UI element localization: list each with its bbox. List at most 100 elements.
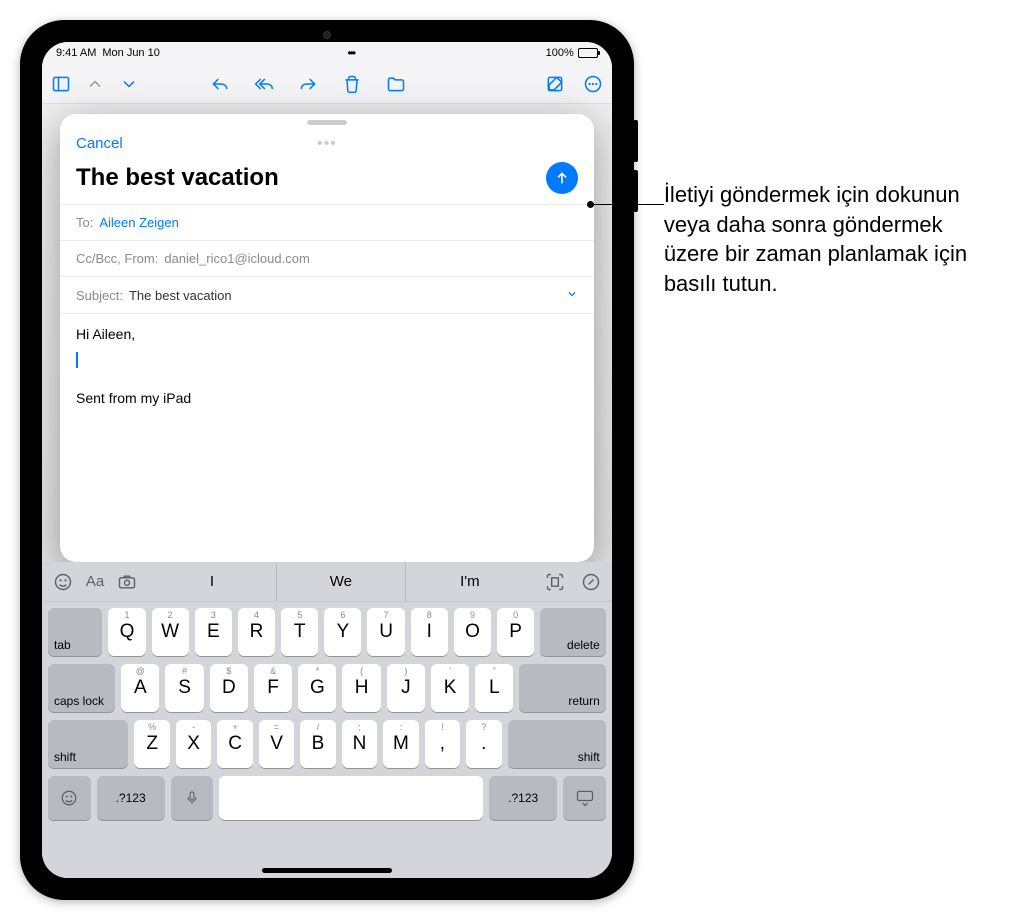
front-camera <box>323 31 331 39</box>
key-return[interactable]: return <box>519 664 605 712</box>
compose-icon[interactable] <box>544 73 566 95</box>
subject-expand-icon[interactable] <box>566 287 578 303</box>
key-emoji[interactable] <box>48 776 91 820</box>
key-c[interactable]: +C <box>217 720 252 768</box>
keyboard-row-1: tab 1Q2W3E4R5T6Y7U8I9O0P delete <box>48 608 606 656</box>
subject-value: The best vacation <box>129 288 232 303</box>
folder-move-icon[interactable] <box>385 73 407 95</box>
home-indicator[interactable] <box>262 868 392 873</box>
key-y[interactable]: 6Y <box>324 608 361 656</box>
body-greeting: Hi Aileen, <box>76 326 578 342</box>
key-f[interactable]: &F <box>254 664 292 712</box>
key-dismiss-keyboard[interactable] <box>563 776 606 820</box>
markup-pencil-icon[interactable] <box>580 571 602 593</box>
key-n[interactable]: ;N <box>342 720 377 768</box>
key-w[interactable]: 2W <box>152 608 189 656</box>
key-dictation[interactable] <box>171 776 214 820</box>
status-bar: 9:41 AM Mon Jun 10 ••• 100% <box>42 42 612 64</box>
predictive-suggestions: I We I'm <box>148 562 534 601</box>
to-value: Aileen Zeigen <box>99 215 179 230</box>
key-s[interactable]: #S <box>165 664 203 712</box>
key-numsym-left[interactable]: .?123 <box>97 776 165 820</box>
ccbcc-from-label: Cc/Bcc, From: <box>76 251 158 266</box>
more-menu-icon[interactable] <box>582 73 604 95</box>
suggestion-2[interactable]: We <box>276 562 405 601</box>
sidebar-toggle-icon[interactable] <box>50 73 72 95</box>
status-time: 9:41 AM <box>56 47 96 59</box>
chevron-up-icon[interactable] <box>84 73 106 95</box>
trash-icon[interactable] <box>341 73 363 95</box>
keyboard-toolbar: Aa I We I'm <box>42 562 612 602</box>
key-i[interactable]: 8I <box>411 608 448 656</box>
key-o[interactable]: 9O <box>454 608 491 656</box>
key-shift-left[interactable]: shift <box>48 720 128 768</box>
keyboard-row-2: caps lock @A#S$D&F*G(H)J'K"L return <box>48 664 606 712</box>
key-l[interactable]: "L <box>475 664 513 712</box>
key-u[interactable]: 7U <box>367 608 404 656</box>
key-,[interactable]: !, <box>425 720 460 768</box>
volume-down-physical <box>633 170 638 212</box>
key-m[interactable]: :M <box>383 720 418 768</box>
key-b[interactable]: /B <box>300 720 335 768</box>
key-x[interactable]: -X <box>176 720 211 768</box>
suggestion-1[interactable]: I <box>148 562 276 601</box>
key-k[interactable]: 'K <box>431 664 469 712</box>
battery-icon <box>578 48 598 58</box>
to-field[interactable]: To: Aileen Zeigen <box>60 204 594 240</box>
key-tab[interactable]: tab <box>48 608 102 656</box>
key-r[interactable]: 4R <box>238 608 275 656</box>
reply-icon[interactable] <box>209 73 231 95</box>
key-t[interactable]: 5T <box>281 608 318 656</box>
from-value: daniel_rico1@icloud.com <box>164 251 309 266</box>
emoji-sticker-icon[interactable] <box>52 571 74 593</box>
subject-field[interactable]: Subject: The best vacation <box>60 276 594 313</box>
key-d[interactable]: $D <box>210 664 248 712</box>
ipad-device-frame: 9:41 AM Mon Jun 10 ••• 100% <box>20 20 634 900</box>
text-format-icon[interactable]: Aa <box>84 571 106 593</box>
keyboard-row-3: shift %Z-X+C=V/B;N:M!,?. shift <box>48 720 606 768</box>
signature-text: Sent from my iPad <box>76 390 578 406</box>
key-g[interactable]: *G <box>298 664 336 712</box>
to-label: To: <box>76 215 93 230</box>
sheet-more-icon[interactable]: ••• <box>317 135 337 153</box>
callout-leader-line <box>591 204 664 205</box>
key-j[interactable]: )J <box>387 664 425 712</box>
key-e[interactable]: 3E <box>195 608 232 656</box>
text-cursor <box>76 352 78 368</box>
key-h[interactable]: (H <box>342 664 380 712</box>
send-button[interactable] <box>546 162 578 194</box>
forward-icon[interactable] <box>297 73 319 95</box>
callout-annotation: İletiyi göndermek için dokunun veya daha… <box>664 180 999 299</box>
ipad-screen: 9:41 AM Mon Jun 10 ••• 100% <box>42 42 612 878</box>
mail-content-backdrop: Cancel ••• The best vacation To: Aileen … <box>42 104 612 878</box>
cancel-button[interactable]: Cancel <box>76 135 123 152</box>
key-delete[interactable]: delete <box>540 608 606 656</box>
callout-text: İletiyi göndermek için dokunun veya daha… <box>664 180 999 299</box>
key-capslock[interactable]: caps lock <box>48 664 115 712</box>
battery-percent: 100% <box>546 47 574 59</box>
cc-bcc-from-field[interactable]: Cc/Bcc, From: daniel_rico1@icloud.com <box>60 240 594 276</box>
volume-up-physical <box>633 120 638 162</box>
key-.[interactable]: ?. <box>466 720 501 768</box>
key-p[interactable]: 0P <box>497 608 534 656</box>
key-z[interactable]: %Z <box>134 720 169 768</box>
mail-toolbar <box>42 64 612 104</box>
key-numsym-right[interactable]: .?123 <box>489 776 557 820</box>
compose-title: The best vacation <box>76 164 279 192</box>
chevron-down-icon[interactable] <box>118 73 140 95</box>
key-q[interactable]: 1Q <box>108 608 145 656</box>
scan-document-icon[interactable] <box>544 571 566 593</box>
status-date: Mon Jun 10 <box>102 47 159 59</box>
subject-label: Subject: <box>76 288 123 303</box>
key-space[interactable] <box>219 776 483 820</box>
compose-body[interactable]: Hi Aileen, Sent from my iPad <box>60 313 594 562</box>
key-v[interactable]: =V <box>259 720 294 768</box>
key-a[interactable]: @A <box>121 664 159 712</box>
suggestion-3[interactable]: I'm <box>405 562 534 601</box>
multitask-dots-icon[interactable]: ••• <box>347 46 354 60</box>
reply-all-icon[interactable] <box>253 73 275 95</box>
live-text-camera-icon[interactable] <box>116 571 138 593</box>
key-shift-right[interactable]: shift <box>508 720 606 768</box>
sheet-grabber[interactable] <box>307 120 347 125</box>
compose-sheet: Cancel ••• The best vacation To: Aileen … <box>60 114 594 562</box>
